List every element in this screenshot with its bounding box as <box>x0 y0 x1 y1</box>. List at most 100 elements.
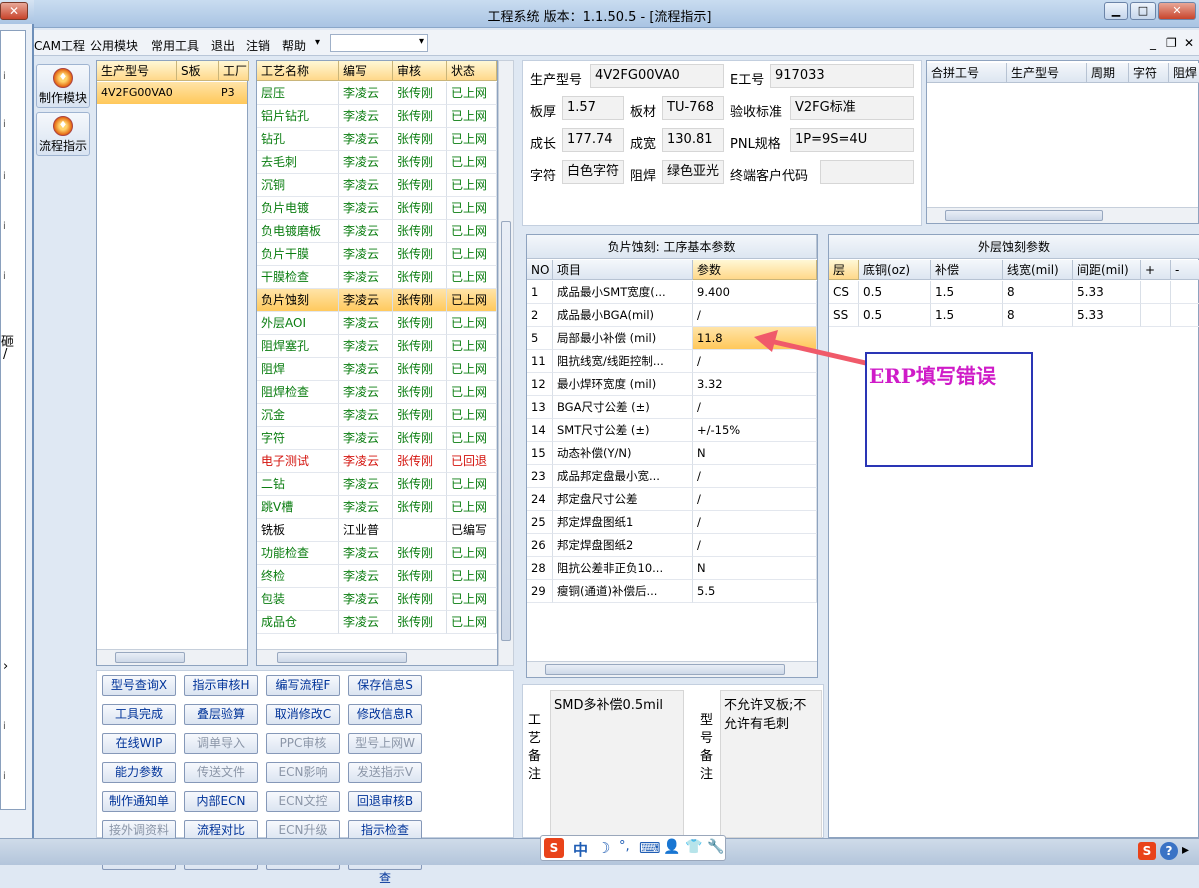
column-header[interactable]: 线宽(mil) <box>1003 260 1073 280</box>
moon-icon[interactable]: ☽ <box>597 839 610 857</box>
table-row[interactable]: 铝片钻孔 李凌云 张传刚 已上网 <box>257 105 497 128</box>
table-row[interactable]: 成品仓 李凌云 张传刚 已上网 <box>257 611 497 634</box>
action-button[interactable]: 指示审核H <box>184 675 258 696</box>
table-row[interactable]: 功能检查 李凌云 张传刚 已上网 <box>257 542 497 565</box>
table-row[interactable]: 阻焊 李凌云 张传刚 已上网 <box>257 358 497 381</box>
module-flow-button[interactable]: ♦ 流程指示 <box>36 112 90 156</box>
table-row[interactable]: 阻焊检查 李凌云 张传刚 已上网 <box>257 381 497 404</box>
column-header[interactable]: 编写 <box>339 61 393 81</box>
table-row[interactable]: 负片蚀刻 李凌云 张传刚 已上网 <box>257 289 497 312</box>
horizontal-scrollbar[interactable] <box>927 207 1198 223</box>
menu-cam[interactable]: CAM工程 <box>34 37 85 54</box>
table-row[interactable]: SS 0.5 1.5 8 5.33 <box>829 304 1199 327</box>
action-button[interactable]: 型号查询X <box>102 675 176 696</box>
tray-expand-icon[interactable]: ▸ <box>1182 842 1189 858</box>
thickness-field[interactable]: 1.57 <box>562 96 624 120</box>
table-row[interactable]: 沉金 李凌云 张传刚 已上网 <box>257 404 497 427</box>
table-row[interactable]: 干膜检查 李凌云 张传刚 已上网 <box>257 266 497 289</box>
column-header[interactable]: 状态 <box>447 61 497 81</box>
module-make-button[interactable]: ♦ 制作模块 <box>36 64 90 108</box>
table-row[interactable]: 负片电镀 李凌云 张传刚 已上网 <box>257 197 497 220</box>
table-row[interactable]: 28 阻抗公差非正负10... N <box>527 557 817 580</box>
table-row[interactable]: 包装 李凌云 张传刚 已上网 <box>257 588 497 611</box>
table-row[interactable]: 跳V槽 李凌云 张传刚 已上网 <box>257 496 497 519</box>
column-header[interactable]: 工艺名称 <box>257 61 339 81</box>
mdi-minimize-button[interactable]: _ <box>1150 36 1156 50</box>
table-row[interactable]: CS 0.5 1.5 8 5.33 <box>829 281 1199 304</box>
action-button[interactable]: 能力参数 <box>102 762 176 783</box>
close-button[interactable]: ✕ <box>1158 2 1196 20</box>
table-row[interactable]: 沉铜 李凌云 张传刚 已上网 <box>257 174 497 197</box>
column-header[interactable]: 周期 <box>1087 63 1129 83</box>
horizontal-scrollbar[interactable] <box>97 649 247 665</box>
scrollbar-thumb[interactable] <box>501 221 511 641</box>
table-row[interactable]: 14 SMT尺寸公差 (±) +/-15% <box>527 419 817 442</box>
column-header[interactable]: 层 <box>829 260 859 280</box>
column-header[interactable]: 参数 <box>693 260 817 280</box>
punctuation-icon[interactable]: °, <box>619 839 630 854</box>
standard-field[interactable]: V2FG标准 <box>790 96 914 120</box>
column-header[interactable]: S板 <box>177 61 219 81</box>
process-vertical-scrollbar[interactable] <box>498 60 514 666</box>
column-header[interactable]: 间距(mil) <box>1073 260 1141 280</box>
minimize-button[interactable]: ▁ <box>1104 2 1128 20</box>
skin-icon[interactable]: 👕 <box>685 839 702 855</box>
table-row[interactable]: 负片干膜 李凌云 张传刚 已上网 <box>257 243 497 266</box>
column-header[interactable]: 阻焊 <box>1169 63 1199 83</box>
material-field[interactable]: TU-768 <box>662 96 724 120</box>
mdi-restore-button[interactable]: ❐ <box>1166 36 1177 50</box>
char-field[interactable]: 白色字符 <box>562 160 624 184</box>
table-row[interactable]: 二钻 李凌云 张传刚 已上网 <box>257 473 497 496</box>
table-row[interactable]: 层压 李凌云 张传刚 已上网 <box>257 82 497 105</box>
table-row[interactable]: 15 动态补偿(Y/N) N <box>527 442 817 465</box>
table-row[interactable]: 钻孔 李凌云 张传刚 已上网 <box>257 128 497 151</box>
table-row[interactable]: 1 成品最小SMT宽度(... 9.400 <box>527 281 817 304</box>
table-row[interactable]: 25 邦定焊盘图纸1/ <box>527 511 817 534</box>
column-header[interactable]: 补偿 <box>931 260 1003 280</box>
column-header[interactable]: 字符 <box>1129 63 1169 83</box>
menu-logout[interactable]: 注销 <box>246 37 270 54</box>
customer-field[interactable] <box>820 160 914 184</box>
scrollbar-thumb[interactable] <box>945 210 1103 221</box>
add-column-header[interactable]: + <box>1141 260 1171 280</box>
table-row[interactable]: 外层AOI 李凌云 张传刚 已上网 <box>257 312 497 335</box>
eno-field[interactable]: 917033 <box>770 64 914 88</box>
scrollbar-thumb[interactable] <box>545 664 785 675</box>
table-row[interactable]: 13 BGA尺寸公差 (±) / <box>527 396 817 419</box>
menu-combobox[interactable]: ▾ <box>330 34 428 52</box>
menu-tools[interactable]: 常用工具 <box>151 37 199 54</box>
table-row[interactable]: 29 瘦铜(通道)补偿后... 5.5 <box>527 580 817 603</box>
horizontal-scrollbar[interactable] <box>257 649 497 665</box>
maximize-button[interactable]: □ <box>1130 2 1156 20</box>
action-button[interactable]: 叠层验算 <box>184 704 258 725</box>
chinese-mode-icon[interactable]: 中 <box>573 839 588 860</box>
scrollbar-thumb[interactable] <box>115 652 185 663</box>
length-field[interactable]: 177.74 <box>562 128 624 152</box>
table-row[interactable]: 电子测试 李凌云 张传刚 已回退 <box>257 450 497 473</box>
table-row[interactable]: 铣板 江业普 已编写 <box>257 519 497 542</box>
column-header[interactable]: 项目 <box>553 260 693 280</box>
table-row[interactable]: 26 邦定焊盘图纸2/ <box>527 534 817 557</box>
action-button[interactable]: 在线WIP <box>102 733 176 754</box>
help-icon[interactable]: ? <box>1160 842 1178 860</box>
scrollbar-thumb[interactable] <box>277 652 407 663</box>
column-header[interactable]: 生产型号 <box>1007 63 1087 83</box>
action-button[interactable]: 编写流程F <box>266 675 340 696</box>
menu-exit[interactable]: 退出 <box>211 37 235 54</box>
model-note-field[interactable]: 不允许叉板;不允许有毛刺 <box>720 690 822 838</box>
column-header[interactable]: 生产型号 <box>97 61 177 81</box>
action-button[interactable]: 回退审核B <box>348 791 422 812</box>
width-field[interactable]: 130.81 <box>662 128 724 152</box>
table-row[interactable]: 24 邦定盘尺寸公差 / <box>527 488 817 511</box>
column-header[interactable]: NO <box>527 260 553 280</box>
action-button[interactable]: 修改信息R <box>348 704 422 725</box>
action-button[interactable]: 取消修改C <box>266 704 340 725</box>
menu-help[interactable]: 帮助 <box>282 37 306 54</box>
action-button[interactable]: 内部ECN <box>184 791 258 812</box>
column-header[interactable]: 底铜(oz) <box>859 260 931 280</box>
model-field[interactable]: 4V2FG00VA0 <box>590 64 724 88</box>
table-row[interactable]: 去毛刺 李凌云 张传刚 已上网 <box>257 151 497 174</box>
process-note-field[interactable]: SMD多补偿0.5mil <box>550 690 684 838</box>
menu-common-module[interactable]: 公用模块 <box>90 37 138 54</box>
tray-sogou-icon[interactable]: S <box>1138 842 1156 860</box>
